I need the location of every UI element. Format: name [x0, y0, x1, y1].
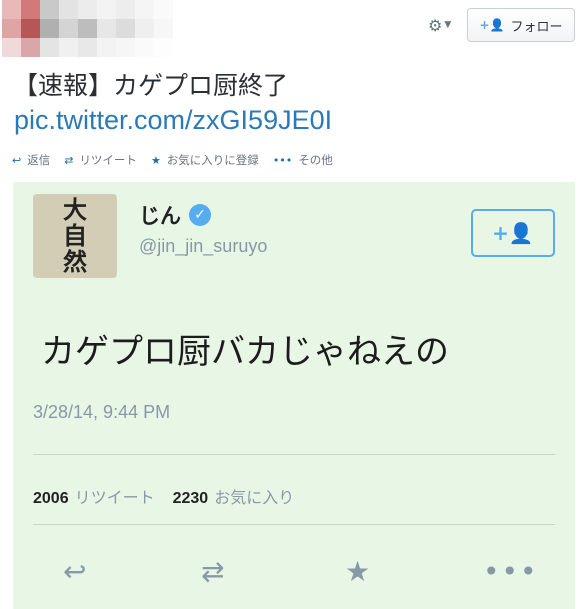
embedded-timestamp: 3/28/14, 9:44 PM: [33, 402, 171, 422]
favorite-count: 2230: [172, 490, 209, 507]
gear-icon: ⚙: [428, 15, 443, 35]
retweet-count: 2006: [33, 490, 69, 507]
retweet-count-label: リツイート: [74, 490, 155, 507]
reply-label: 返信: [27, 153, 51, 167]
more-action[interactable]: ••• その他: [273, 152, 333, 168]
tweet-actions: ↩ 返信 ⇄ リツイート ★ お気に入りに登録 ••• その他: [12, 152, 347, 168]
embedded-display-name: じん ✓: [139, 200, 211, 230]
follow-label: フォロー: [510, 19, 563, 35]
attached-screenshot[interactable]: 大 自 然 じん ✓ @jin_jin_suruyo +👤 カゲプロ厨バカじゃね…: [13, 182, 575, 609]
divider: [33, 524, 555, 525]
add-user-icon: +👤: [492, 221, 534, 245]
retweet-icon: ⇄: [64, 153, 74, 167]
embedded-avatar: 大 自 然: [33, 194, 117, 278]
favorite-label: お気に入りに登録: [166, 153, 259, 167]
avatar-char: 自: [63, 221, 87, 250]
divider: [33, 454, 555, 455]
avatar-char: 大: [63, 195, 87, 224]
favorite-action[interactable]: ★ お気に入りに登録: [151, 152, 259, 168]
chevron-down-icon: ▼: [444, 20, 452, 30]
media-link[interactable]: pic.twitter.com/zxGI59JE0I: [14, 105, 332, 136]
more-icon: •••: [272, 153, 293, 167]
more-label: その他: [298, 153, 333, 167]
more-icon: •••: [483, 555, 539, 588]
settings-menu[interactable]: ⚙ ▼: [428, 15, 460, 35]
embedded-handle: @jin_jin_suruyo: [139, 236, 268, 256]
retweet-action[interactable]: ⇄ リツイート: [64, 152, 137, 168]
follow-button[interactable]: +👤 フォロー: [467, 8, 575, 42]
embedded-follow-button: +👤: [471, 209, 555, 257]
display-name-text: じん: [139, 204, 181, 228]
embedded-stats: 2006 リツイート 2230 お気に入り: [33, 484, 294, 508]
embedded-tweet-text: カゲプロ厨バカじゃねえの: [41, 332, 449, 372]
star-icon: ★: [150, 153, 161, 167]
user-avatar-pixelated[interactable]: [2, 0, 180, 58]
avatar-char: 然: [63, 247, 87, 276]
verified-badge-icon: ✓: [189, 204, 211, 226]
tweet-text: 【速報】カゲプロ厨終了: [13, 71, 289, 100]
reply-icon: ↩: [12, 153, 22, 167]
reply-icon: ↩: [63, 555, 87, 588]
add-user-icon: +👤: [479, 18, 505, 32]
star-icon: ★: [345, 555, 371, 588]
reply-action[interactable]: ↩ 返信: [12, 152, 50, 168]
embedded-action-bar: ↩ ⇄ ★ •••: [13, 552, 575, 596]
favorite-count-label: お気に入り: [214, 490, 295, 507]
retweet-icon: ⇄: [201, 555, 225, 588]
retweet-label: リツイート: [79, 153, 137, 167]
